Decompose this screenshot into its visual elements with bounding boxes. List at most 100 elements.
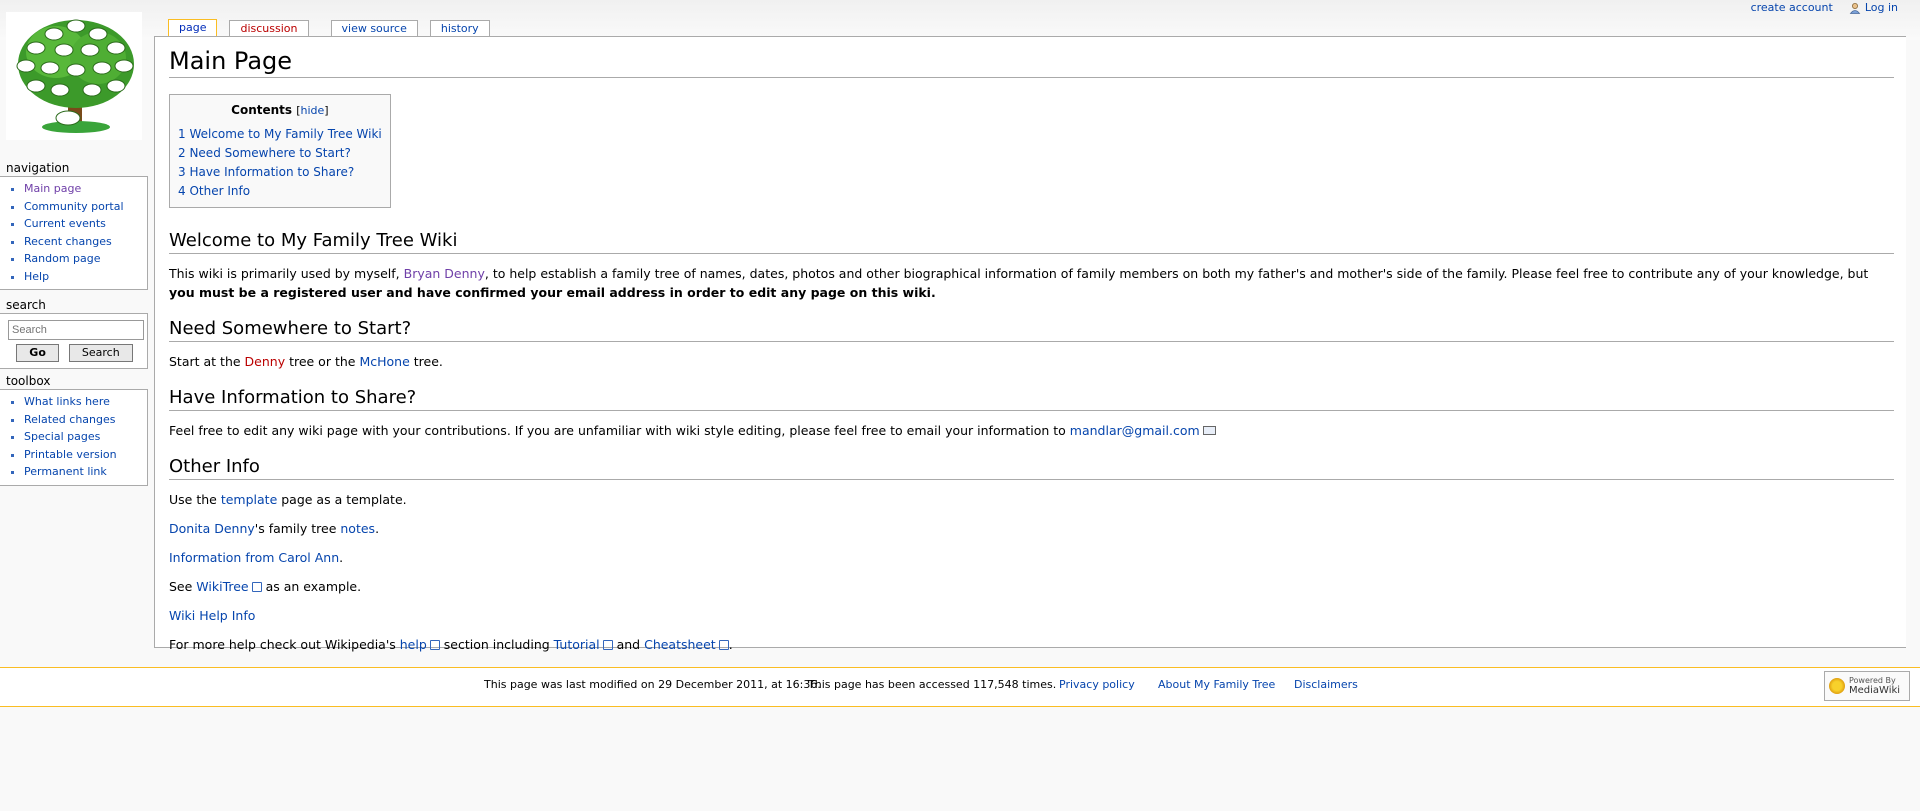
what-links-here-link[interactable]: What links here — [24, 395, 110, 408]
login-item: Log in — [1849, 1, 1898, 14]
toolbox-item-permanent-link: Permanent link — [24, 463, 147, 481]
section-heading-other: Other Info — [169, 456, 1894, 480]
other-line-template: Use the template page as a template. — [169, 490, 1894, 509]
carol-ann-link[interactable]: Information from Carol Ann — [169, 550, 339, 565]
wiki-help-info-link[interactable]: Wiki Help Info — [169, 608, 255, 623]
section-heading-share: Have Information to Share? — [169, 387, 1894, 411]
nav-random-page-link[interactable]: Random page — [24, 252, 101, 265]
tab-page[interactable]: page — [168, 19, 218, 37]
notes-link[interactable]: notes — [340, 521, 375, 536]
nav-community-portal-link[interactable]: Community portal — [24, 200, 124, 213]
go-button[interactable]: Go — [16, 344, 59, 362]
create-account-link[interactable]: create account — [1751, 1, 1833, 14]
email-link[interactable]: mandlar@gmail.com — [1070, 423, 1216, 438]
nav-recent-changes-link[interactable]: Recent changes — [24, 235, 112, 248]
powered-by-mediawiki-badge[interactable]: Powered By MediaWiki — [1824, 671, 1910, 701]
toc-hide-wrapper: [hide] — [296, 104, 329, 117]
toc-item: 2 Need Somewhere to Start? — [178, 144, 382, 163]
table-of-contents: Contents [hide] 1 Welcome to My Family T… — [169, 94, 391, 208]
page-title: Main Page — [169, 47, 1894, 78]
related-changes-link[interactable]: Related changes — [24, 413, 116, 426]
toc-link-start[interactable]: 2 Need Somewhere to Start? — [178, 146, 351, 160]
privacy-policy-link[interactable]: Privacy policy — [1059, 678, 1135, 691]
family-tree-logo-icon — [16, 19, 134, 133]
tab-history-label[interactable]: history — [441, 22, 479, 35]
site-logo[interactable] — [6, 12, 142, 140]
template-link[interactable]: template — [221, 492, 277, 507]
text: For more help check out Wikipedia's — [169, 637, 400, 652]
help-link[interactable]: help — [400, 637, 440, 652]
disclaimers-link[interactable]: Disclaimers — [1294, 678, 1358, 691]
search-portlet: search Go Search — [0, 298, 148, 369]
about-link[interactable]: About My Family Tree — [1158, 678, 1275, 691]
permanent-link-link[interactable]: Permanent link — [24, 465, 107, 478]
cheatsheet-link[interactable]: Cheatsheet — [644, 637, 729, 652]
other-line-donita: Donita Denny's family tree notes. — [169, 519, 1894, 538]
donita-denny-link[interactable]: Donita Denny — [169, 521, 255, 536]
navigation-body: Main page Community portal Current event… — [0, 176, 148, 290]
text: Start at the — [169, 354, 245, 369]
nav-item-main-page: Main page — [24, 180, 147, 198]
nav-current-events-link[interactable]: Current events — [24, 217, 106, 230]
section-heading-welcome: Welcome to My Family Tree Wiki — [169, 230, 1894, 254]
text: as an example. — [261, 579, 362, 594]
nav-item-random-page: Random page — [24, 250, 147, 268]
last-modified-text: This page was last modified on 29 Decemb… — [484, 678, 821, 691]
nav-help-link[interactable]: Help — [24, 270, 49, 283]
tab-discussion[interactable]: discussion — [229, 20, 309, 36]
navigation-portlet: navigation Main page Community portal Cu… — [0, 161, 148, 290]
mediawiki-sunflower-icon — [1829, 678, 1845, 694]
search-input[interactable] — [8, 320, 144, 340]
tab-view-source-label[interactable]: view source — [342, 22, 407, 35]
toolbox-item-special-pages: Special pages — [24, 428, 147, 446]
toc-link-other[interactable]: 4 Other Info — [178, 184, 250, 198]
search-heading: search — [6, 298, 46, 312]
section-heading-start: Need Somewhere to Start? — [169, 318, 1894, 342]
nav-item-current-events: Current events — [24, 215, 147, 233]
content-area: Main Page Contents [hide] 1 Welcome to M… — [154, 36, 1906, 652]
toc-title: Contents — [231, 103, 293, 117]
search-buttons: Go Search — [8, 344, 141, 362]
start-paragraph: Start at the Denny tree or the McHone tr… — [169, 352, 1894, 371]
text: . — [375, 521, 380, 536]
toc-item: 4 Other Info — [178, 182, 382, 201]
tutorial-link[interactable]: Tutorial — [554, 637, 613, 652]
text: and — [612, 637, 645, 652]
nav-item-recent-changes: Recent changes — [24, 233, 147, 251]
text: . — [728, 637, 733, 652]
wikitree-link[interactable]: WikiTree — [196, 579, 261, 594]
text: . — [339, 550, 344, 565]
footer: This page was last modified on 29 Decemb… — [0, 667, 1920, 707]
text: , to help establish a family tree of nam… — [484, 266, 1869, 281]
text: Feel free to edit any wiki page with you… — [169, 423, 1070, 438]
tab-view-source[interactable]: view source — [330, 20, 418, 36]
personal-tools: create account Log in — [1751, 1, 1898, 14]
toc-title-row: Contents [hide] — [178, 103, 382, 117]
text: tree. — [409, 354, 443, 369]
text: 's family tree — [254, 521, 341, 536]
denny-link[interactable]: Denny — [245, 354, 286, 369]
other-line-wikipedia: For more help check out Wikipedia's help… — [169, 635, 1894, 654]
nav-item-community-portal: Community portal — [24, 198, 147, 216]
login-link[interactable]: Log in — [1865, 1, 1898, 14]
tab-page-label[interactable]: page — [179, 21, 206, 34]
special-pages-link[interactable]: Special pages — [24, 430, 100, 443]
text: section including — [439, 637, 554, 652]
nav-main-page-link[interactable]: Main page — [24, 182, 81, 195]
toc-item: 3 Have Information to Share? — [178, 163, 382, 182]
other-line-wikitree: See WikiTree as an example. — [169, 577, 1894, 596]
powered-by-line2: MediaWiki — [1849, 685, 1901, 696]
nav-item-help: Help — [24, 268, 147, 286]
printable-version-link[interactable]: Printable version — [24, 448, 117, 461]
mchone-link[interactable]: McHone — [359, 354, 409, 369]
search-button[interactable]: Search — [68, 344, 133, 362]
other-line-help-info: Wiki Help Info — [169, 606, 1894, 625]
tab-history[interactable]: history — [429, 20, 490, 36]
toc-link-welcome[interactable]: 1 Welcome to My Family Tree Wiki — [178, 127, 382, 141]
bryan-denny-link[interactable]: Bryan Denny — [404, 266, 485, 281]
toc-link-share[interactable]: 3 Have Information to Share? — [178, 165, 354, 179]
toc-hide-link[interactable]: hide — [301, 104, 325, 117]
welcome-paragraph: This wiki is primarily used by myself, B… — [169, 264, 1894, 302]
toc-item: 1 Welcome to My Family Tree Wiki — [178, 125, 382, 144]
tab-discussion-label[interactable]: discussion — [240, 22, 297, 35]
